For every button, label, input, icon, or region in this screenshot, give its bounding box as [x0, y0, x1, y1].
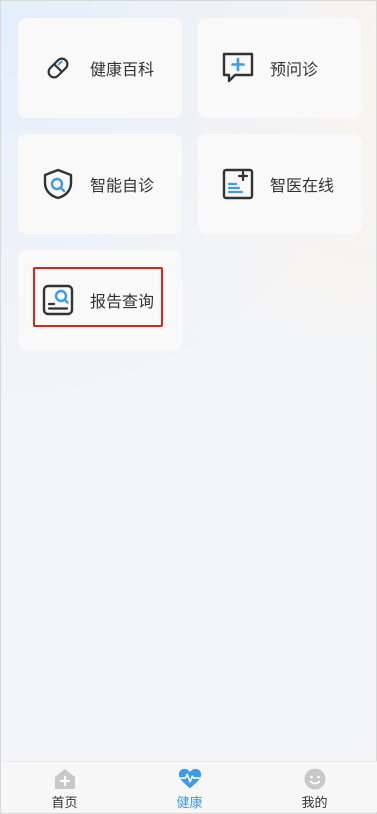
- tab-health[interactable]: 健康: [127, 762, 252, 812]
- card-report-query[interactable]: 报告查询: [18, 250, 182, 350]
- card-smart-doctor-online[interactable]: 智医在线: [198, 134, 362, 234]
- tab-mine-label: 我的: [301, 796, 328, 811]
- chat-plus-icon: [220, 50, 256, 86]
- card-label: 健康百科: [90, 60, 155, 79]
- app-frame: 健康百科 预问诊 智能自诊 智医在线 报告查询 首页 健康 我的: [0, 0, 377, 814]
- tab-home-label: 首页: [51, 796, 78, 811]
- bottom-tabbar: 首页 健康 我的: [2, 761, 377, 812]
- card-label: 智能自诊: [90, 176, 155, 195]
- card-label: 预问诊: [270, 60, 319, 79]
- pill-icon: [40, 50, 76, 86]
- heart-pulse-icon: [178, 767, 202, 791]
- tab-home[interactable]: 首页: [2, 762, 127, 812]
- card-label: 智医在线: [270, 176, 335, 195]
- card-pre-consultation[interactable]: 预问诊: [198, 18, 362, 118]
- document-plus-icon: [220, 166, 256, 202]
- card-health-encyclopedia[interactable]: 健康百科: [18, 18, 182, 118]
- tab-health-label: 健康: [176, 796, 203, 811]
- shield-search-icon: [40, 166, 76, 202]
- home-icon: [53, 767, 77, 791]
- smiley-icon: [303, 767, 327, 791]
- tab-mine[interactable]: 我的: [252, 762, 377, 812]
- card-label: 报告查询: [90, 292, 155, 311]
- card-smart-self-diagnosis[interactable]: 智能自诊: [18, 134, 182, 234]
- report-search-icon: [40, 282, 76, 318]
